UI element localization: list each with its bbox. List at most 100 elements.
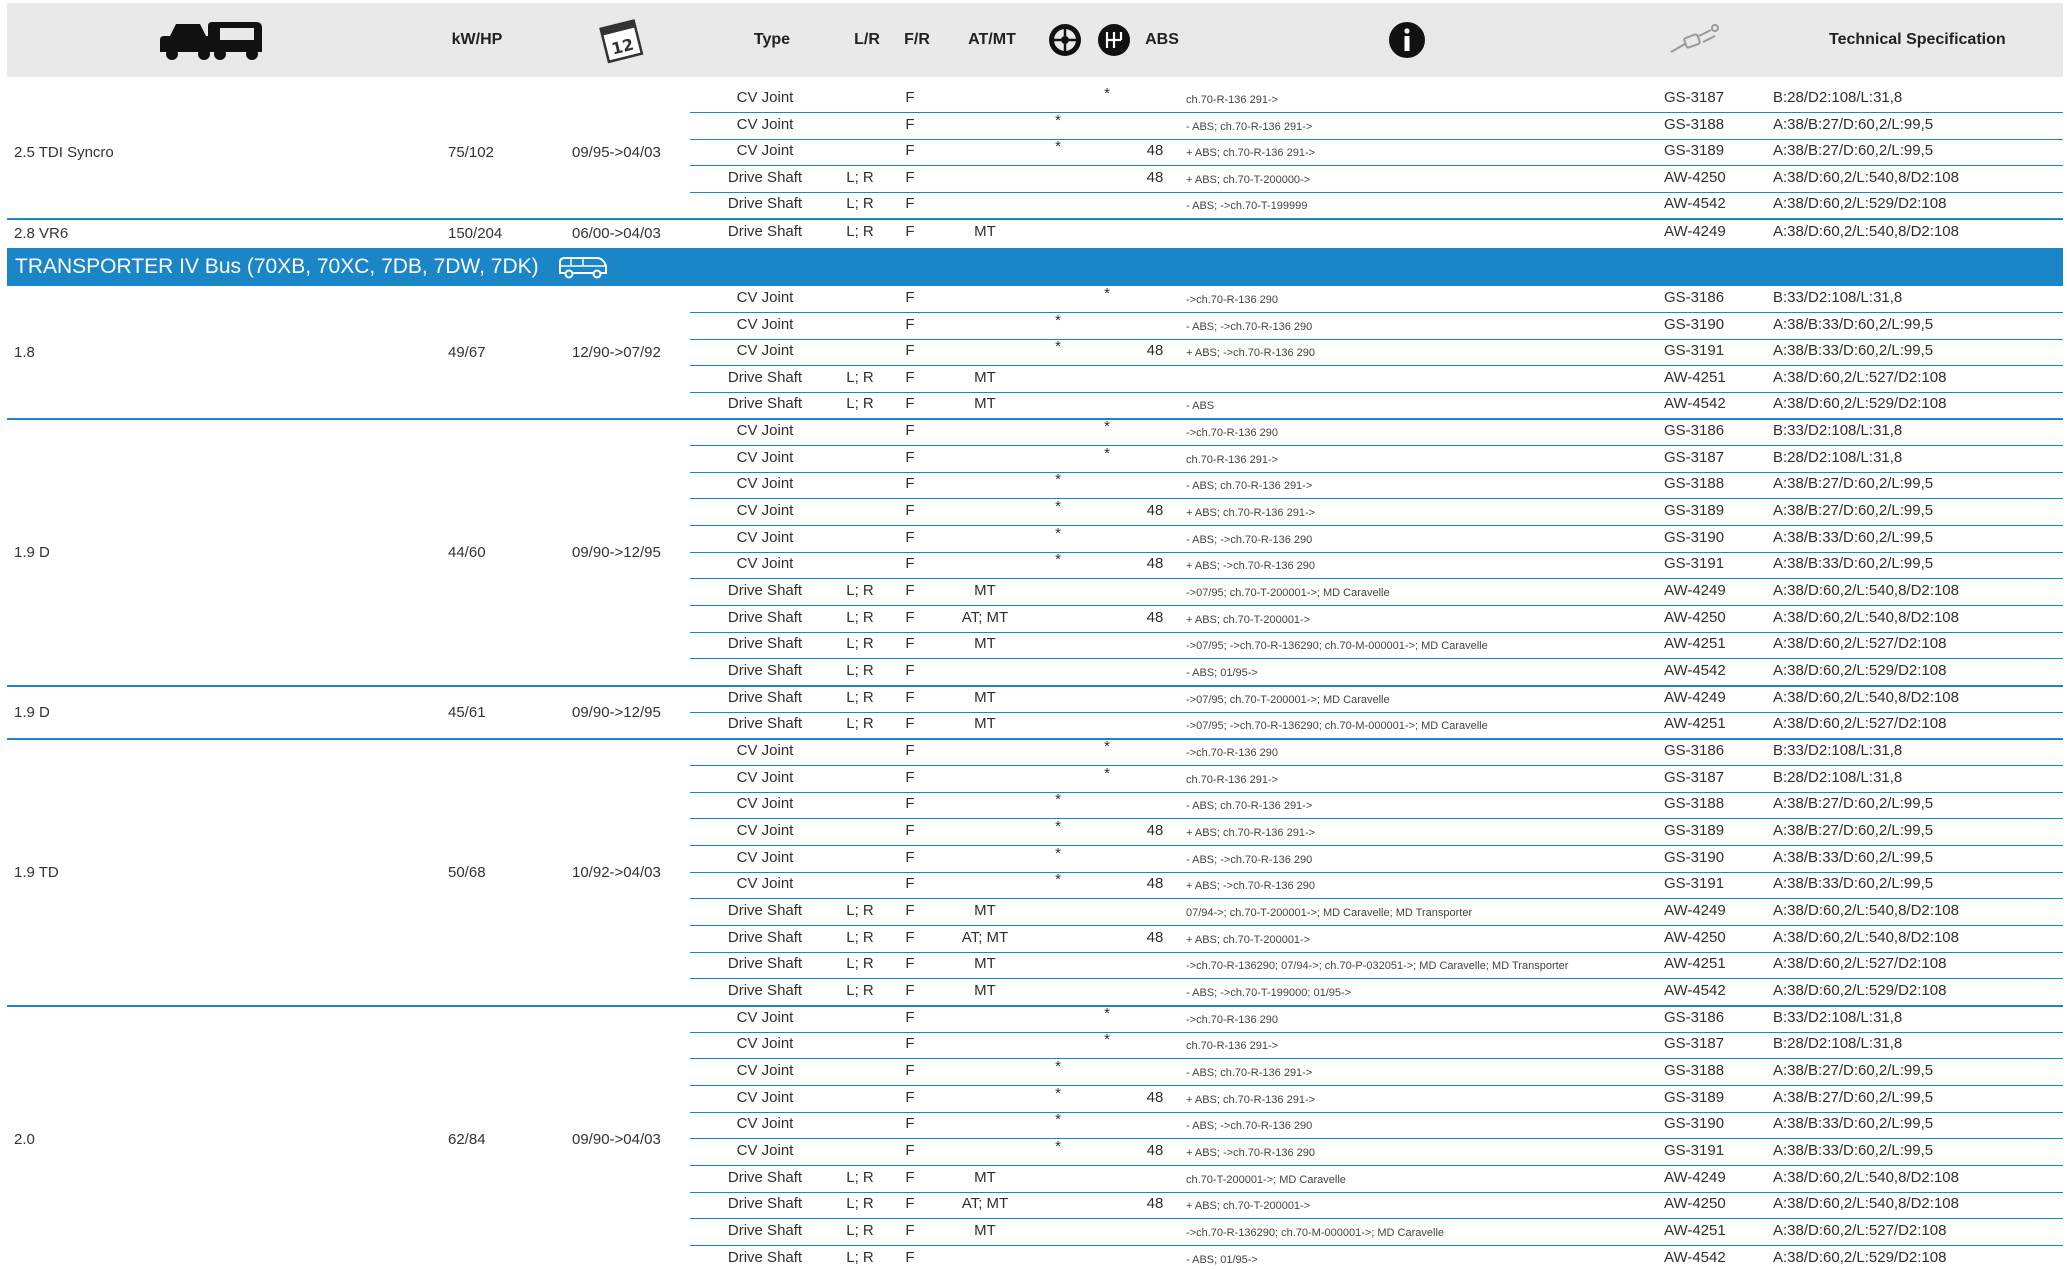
- group-divider: [7, 1005, 2063, 1007]
- part-code[interactable]: GS-3191: [1664, 555, 1724, 573]
- tech-spec: A:38/B:33/D:60,2/L:99,5: [1773, 875, 1934, 892]
- part-code[interactable]: AW-4251: [1664, 715, 1726, 733]
- part-type: CV Joint: [736, 142, 794, 159]
- part-code[interactable]: GS-3187: [1664, 449, 1724, 467]
- engine-label: 2.0: [14, 1131, 35, 1148]
- part-code[interactable]: AW-4251: [1664, 635, 1726, 653]
- axle-fr: F: [905, 635, 915, 652]
- part-code[interactable]: GS-3186: [1664, 422, 1724, 440]
- part-code[interactable]: GS-3187: [1664, 769, 1724, 787]
- tech-spec: A:38/D:60,2/L:527/D2:108: [1773, 955, 1947, 972]
- part-code[interactable]: GS-3188: [1664, 1062, 1724, 1080]
- part-code[interactable]: AW-4249: [1664, 223, 1726, 241]
- part-type: CV Joint: [736, 875, 794, 892]
- part-code[interactable]: GS-3190: [1664, 529, 1724, 547]
- part-type: CV Joint: [736, 449, 794, 466]
- row-divider: [690, 1218, 2063, 1219]
- part-code[interactable]: AW-4249: [1664, 1169, 1726, 1187]
- part-code[interactable]: AW-4542: [1664, 982, 1726, 1000]
- part-code[interactable]: GS-3189: [1664, 822, 1724, 840]
- row-divider: [690, 472, 2063, 473]
- production-date: 09/90->12/95: [572, 704, 661, 721]
- part-type: Drive Shaft: [727, 169, 803, 186]
- part-code[interactable]: AW-4251: [1664, 955, 1726, 973]
- part-code[interactable]: GS-3189: [1664, 502, 1724, 520]
- part-type: CV Joint: [736, 529, 794, 546]
- tech-spec: A:38/D:60,2/L:529/D2:108: [1773, 1249, 1947, 1266]
- part-code[interactable]: AW-4250: [1664, 169, 1726, 187]
- part-code[interactable]: AW-4249: [1664, 689, 1726, 707]
- info-note: ch.70-R-136 291->: [1186, 774, 1279, 786]
- gearbox-icon: [1094, 3, 1134, 77]
- part-code[interactable]: AW-4250: [1664, 1195, 1726, 1213]
- row-divider: [690, 712, 2063, 713]
- header-lr: L/R: [854, 31, 880, 48]
- gearbox-marker: *: [1104, 418, 1110, 435]
- kw-hp-value: 50/68: [448, 864, 486, 881]
- part-code[interactable]: GS-3187: [1664, 89, 1724, 107]
- axle-fr: F: [905, 822, 915, 839]
- part-code[interactable]: GS-3187: [1664, 1035, 1724, 1053]
- part-code[interactable]: GS-3191: [1664, 875, 1724, 893]
- wheel-marker: *: [1055, 312, 1061, 329]
- info-note: - ABS; ch.70-R-136 291->: [1186, 121, 1313, 133]
- part-code[interactable]: AW-4542: [1664, 1249, 1726, 1267]
- group-divider: [7, 418, 2063, 420]
- axle-fr: F: [905, 849, 915, 866]
- info-note: + ABS; ch.70-R-136 291->: [1186, 147, 1316, 159]
- part-code[interactable]: AW-4542: [1664, 662, 1726, 680]
- axle-fr: F: [905, 195, 915, 212]
- part-code[interactable]: GS-3191: [1664, 1142, 1724, 1160]
- axle-fr: F: [905, 1169, 915, 1186]
- part-type: Drive Shaft: [727, 582, 803, 599]
- axle-fr: F: [905, 1035, 915, 1052]
- axle-fr: F: [905, 582, 915, 599]
- part-code[interactable]: AW-4250: [1664, 929, 1726, 947]
- part-code[interactable]: AW-4250: [1664, 609, 1726, 627]
- part-code[interactable]: GS-3188: [1664, 116, 1724, 134]
- engine-label: 2.8 VR6: [14, 225, 69, 242]
- part-code[interactable]: GS-3188: [1664, 795, 1724, 813]
- part-code[interactable]: GS-3190: [1664, 1115, 1724, 1133]
- info-note: + ABS; ch.70-T-200000->: [1186, 174, 1311, 186]
- part-code[interactable]: GS-3188: [1664, 475, 1724, 493]
- row-divider: [690, 1165, 2063, 1166]
- tech-spec: A:38/B:33/D:60,2/L:99,5: [1773, 529, 1934, 546]
- part-code[interactable]: GS-3190: [1664, 849, 1724, 867]
- tech-spec: A:38/B:33/D:60,2/L:99,5: [1773, 555, 1934, 572]
- part-code[interactable]: AW-4249: [1664, 902, 1726, 920]
- part-code[interactable]: AW-4542: [1664, 195, 1726, 213]
- tech-spec: A:38/D:60,2/L:529/D2:108: [1773, 662, 1947, 679]
- info-note: ch.70-R-136 291->: [1186, 1040, 1279, 1052]
- abs-teeth: 48: [1146, 822, 1164, 839]
- part-code[interactable]: AW-4249: [1664, 582, 1726, 600]
- tech-spec: A:38/B:27/D:60,2/L:99,5: [1773, 475, 1934, 492]
- axle-fr: F: [905, 1115, 915, 1132]
- transmission: AT; MT: [961, 609, 1009, 626]
- part-code[interactable]: GS-3189: [1664, 142, 1724, 160]
- axle-fr: F: [905, 1222, 915, 1239]
- part-code[interactable]: AW-4251: [1664, 1222, 1726, 1240]
- part-code[interactable]: AW-4251: [1664, 369, 1726, 387]
- tech-spec: A:38/D:60,2/L:540,8/D2:108: [1773, 929, 1959, 946]
- part-type: Drive Shaft: [727, 1169, 803, 1186]
- row-divider: [690, 632, 2063, 633]
- part-code[interactable]: GS-3191: [1664, 342, 1724, 360]
- side-lr: L; R: [846, 955, 874, 972]
- part-code[interactable]: AW-4542: [1664, 395, 1726, 413]
- axle-fr: F: [905, 422, 915, 439]
- part-code[interactable]: GS-3186: [1664, 289, 1724, 307]
- abs-teeth: 48: [1146, 929, 1164, 946]
- part-code[interactable]: GS-3186: [1664, 742, 1724, 760]
- info-note: + ABS; ch.70-R-136 291->: [1186, 827, 1316, 839]
- tech-spec: A:38/B:33/D:60,2/L:99,5: [1773, 316, 1934, 333]
- calendar-icon: 12: [592, 3, 652, 77]
- part-code[interactable]: GS-3186: [1664, 1009, 1724, 1027]
- abs-teeth: 48: [1146, 609, 1164, 626]
- part-code[interactable]: GS-3189: [1664, 1089, 1724, 1107]
- tech-spec: B:28/D2:108/L:31,8: [1773, 1035, 1903, 1052]
- part-type: CV Joint: [736, 1142, 794, 1159]
- part-code[interactable]: GS-3190: [1664, 316, 1724, 334]
- row-divider: [690, 952, 2063, 953]
- tech-spec: A:38/D:60,2/L:527/D2:108: [1773, 715, 1947, 732]
